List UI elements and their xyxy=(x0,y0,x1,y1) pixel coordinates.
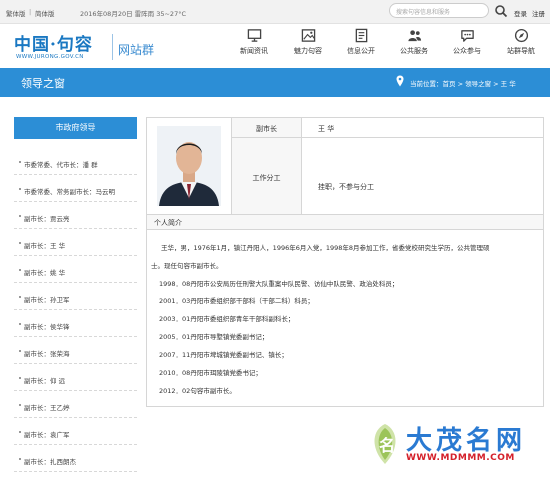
nav-sitemap[interactable]: 站群导航 xyxy=(498,28,544,56)
leader-profile: 副市长 王 华 工作分工 挂职，不参与分工 个人简介 王华，男，1976年1月，… xyxy=(146,117,544,407)
sidebar-item-leader[interactable]: 副市长：姚 华 xyxy=(14,258,137,283)
search-input[interactable]: 搜索句容信息和服务 xyxy=(389,3,489,18)
section-bar: 领导之窗 当前位置：首页 > 领导之窗 > 王 华 xyxy=(0,68,550,97)
location-pin-icon xyxy=(396,75,404,87)
nav-news-label: 新闻资讯 xyxy=(240,47,268,55)
sidebar-item-leader[interactable]: 副市长：张荣海 xyxy=(14,339,137,364)
bio-line: 王华，男，1976年1月，镇江丹阳人，1996年6月入党，1998年8月参加工作… xyxy=(161,244,490,252)
monitor-icon xyxy=(247,29,261,42)
leader-photo xyxy=(157,126,221,206)
sidebar-item-leader[interactable]: 副市长：孙卫军 xyxy=(14,285,137,310)
leader-name: 王 华 xyxy=(302,118,543,138)
nav-charm-label: 魅力句容 xyxy=(294,47,322,55)
bullet xyxy=(19,161,21,163)
sidebar-item-leader[interactable]: 副市长：仰 远 xyxy=(14,366,137,391)
search-icon[interactable] xyxy=(494,4,508,18)
register-link[interactable]: 注册 xyxy=(532,8,545,18)
bullet xyxy=(19,242,21,244)
bullet xyxy=(19,458,21,460)
site-subtitle: 网站群 xyxy=(118,43,155,57)
bio-line: 2003．01丹阳市委组织部青年干部科副科长； xyxy=(159,315,295,323)
nav-service[interactable]: 公共服务 xyxy=(391,28,437,56)
sidebar-item-label: 副市长：姚 华 xyxy=(24,269,66,277)
bullet xyxy=(19,404,21,406)
sidebar-item-label: 副市长：贾云亮 xyxy=(24,215,70,223)
sidebar-item-label: 副市长：袁广军 xyxy=(24,431,70,439)
watermark-text: 大茂名网 xyxy=(406,426,527,456)
site-domain: WWW.JURONG.GOV.CN xyxy=(16,54,84,60)
nav-info[interactable]: 信息公开 xyxy=(338,28,384,56)
leader-sidebar: 市政府领导 市委常委、代市长：潘 群 市委常委、常务副市长：马云明 副市长：贾云… xyxy=(14,117,137,472)
sidebar-item-label: 副市长：孙卫军 xyxy=(24,296,70,304)
bullet xyxy=(19,296,21,298)
traditional-chinese-link[interactable]: 繁体版 xyxy=(6,8,26,18)
sidebar-item-leader[interactable]: 副市长：王乙婷 xyxy=(14,393,137,418)
sidebar-item-leader[interactable]: 市委常委、常务副市长：马云明 xyxy=(14,177,137,202)
duty-value: 挂职，不参与分工 xyxy=(302,138,543,215)
sidebar-item-leader[interactable]: 副市长：袁广军 xyxy=(14,420,137,445)
watermark-url: WWW.MDMMM.COM xyxy=(406,453,515,463)
people-icon xyxy=(407,30,421,42)
bullet xyxy=(19,377,21,379)
position-label: 副市长 xyxy=(232,118,302,138)
bio-line: 2012．02句容市副市长。 xyxy=(159,387,236,395)
nav-news[interactable]: 新闻资讯 xyxy=(231,28,277,56)
sidebar-item-label: 副市长：张荣海 xyxy=(24,350,70,358)
bio-line: 2005．01丹阳市导墅镇党委副书记； xyxy=(159,333,269,341)
bio-line: 1998．08丹阳市公安局历任刑警大队重案中队民警、访仙中队民警、政治处科员； xyxy=(159,280,399,288)
sidebar-heading: 市政府领导 xyxy=(14,117,137,139)
watermark: 名 大茂名网 WWW.MDMMM.COM xyxy=(368,420,538,470)
bio-line: 2007．11丹阳市埤城镇党委副书记、镇长； xyxy=(159,351,288,359)
date-weather: 2016年08月20日 雷阵雨 35~27°C xyxy=(80,10,186,18)
sidebar-item-label: 市委常委、常务副市长：马云明 xyxy=(24,188,115,196)
sidebar-item-label: 副市长：仰 远 xyxy=(24,377,66,385)
sidebar-item-label: 市委常委、代市长：潘 群 xyxy=(24,161,98,169)
sidebar-item-leader[interactable]: 副市长：扎西朗杰 xyxy=(14,447,137,472)
sidebar-item-label: 副市长：扎西朗杰 xyxy=(24,458,76,466)
nav-service-label: 公共服务 xyxy=(400,47,428,55)
sidebar-item-label: 副市长：王乙婷 xyxy=(24,404,70,412)
bullet xyxy=(19,269,21,271)
bullet xyxy=(19,431,21,433)
compass-icon xyxy=(514,28,528,43)
nav-info-label: 信息公开 xyxy=(347,47,375,55)
chat-icon xyxy=(460,30,474,42)
nav-participate[interactable]: 公众参与 xyxy=(444,28,490,56)
section-title: 领导之窗 xyxy=(21,77,65,90)
site-header: 中国·句容 WWW.JURONG.GOV.CN 网站群 新闻资讯 魅力句容 信息… xyxy=(0,24,550,68)
simplified-chinese-link[interactable]: 简体版 xyxy=(35,8,55,18)
top-utility-bar: 繁体版 | 简体版 2016年08月20日 雷阵雨 35~27°C 搜索句容信息… xyxy=(0,0,550,24)
bullet xyxy=(19,323,21,325)
sidebar-item-leader[interactable]: 副市长：侯华锋 xyxy=(14,312,137,337)
bio-line: 士。现任句容市副市长。 xyxy=(151,262,223,270)
bio-line: 2010．08丹阳市珥陵镇党委书记； xyxy=(159,369,262,377)
document-icon xyxy=(355,28,367,43)
sidebar-item-leader[interactable]: 市委常委、代市长：潘 群 xyxy=(14,150,137,175)
breadcrumb[interactable]: 当前位置：首页 > 领导之窗 > 王 华 xyxy=(410,78,516,88)
nav-charm[interactable]: 魅力句容 xyxy=(285,28,331,56)
duty-label: 工作分工 xyxy=(232,138,302,215)
site-logo[interactable]: 中国·句容 xyxy=(14,30,93,55)
nav-participate-label: 公众参与 xyxy=(453,47,481,55)
sidebar-item-label: 副市长：侯华锋 xyxy=(24,323,70,331)
photo-icon xyxy=(301,29,315,42)
login-link[interactable]: 登录 xyxy=(514,8,527,18)
sidebar-item-label: 副市长：王 华 xyxy=(24,242,66,250)
bullet xyxy=(19,188,21,190)
logo-divider xyxy=(112,34,113,60)
leaf-logo-icon: 名 xyxy=(374,424,396,464)
sidebar-item-leader[interactable]: 副市长：贾云亮 xyxy=(14,204,137,229)
bullet xyxy=(19,350,21,352)
intro-heading: 个人简介 xyxy=(147,215,543,230)
bio-line: 2001．03丹阳市委组织部干部科（干部二科）科员； xyxy=(159,297,314,305)
bullet xyxy=(19,215,21,217)
portrait-image xyxy=(157,126,221,206)
photo-cell xyxy=(147,118,232,215)
svg-text:名: 名 xyxy=(379,436,395,455)
nav-sitemap-label: 站群导航 xyxy=(507,47,535,55)
sidebar-item-leader[interactable]: 副市长：王 华 xyxy=(14,231,137,256)
